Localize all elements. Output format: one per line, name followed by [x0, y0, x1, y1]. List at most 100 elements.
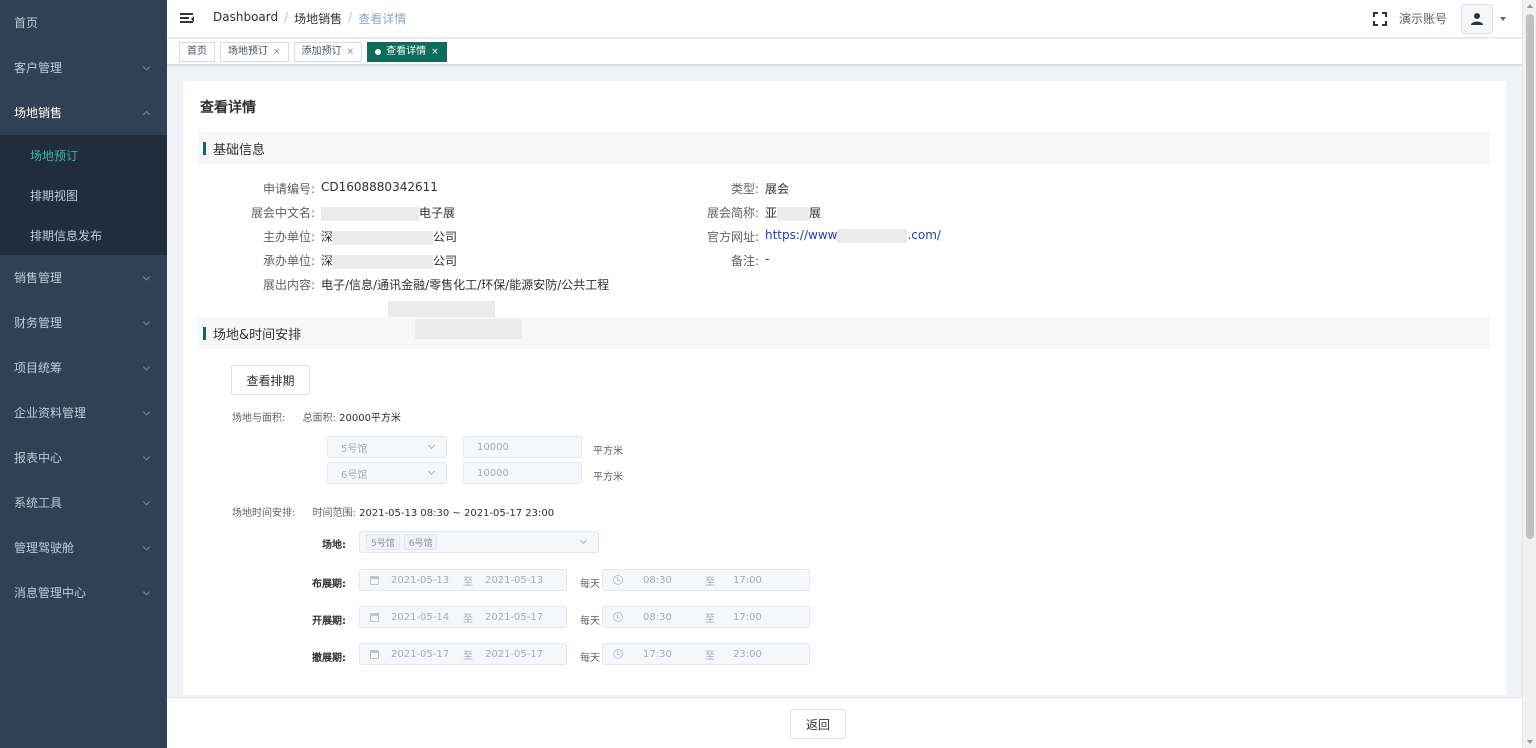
setup-time-range[interactable]: 08:30 至 17:00 [602, 569, 810, 591]
breadcrumb-dashboard[interactable]: Dashboard [213, 10, 278, 27]
sidebar: 首页 客户管理 场地销售 场地预订 排期视图 排期信息发布 销售管理 财务管理 … [0, 0, 167, 748]
footer-bar: 返回 [167, 697, 1522, 748]
chevron-down-icon [142, 317, 151, 326]
sidebar-subitem-venue-booking[interactable]: 场地预订 [0, 135, 167, 175]
active-dot-icon [375, 48, 382, 55]
chevron-down-icon [142, 362, 151, 371]
info-apply-no: 申请编号: CD1608880342611 [262, 180, 438, 196]
redacted-block [777, 206, 810, 221]
fullscreen-icon[interactable] [1372, 11, 1387, 26]
section-marker [203, 326, 206, 340]
chevron-down-icon [142, 587, 151, 596]
clock-icon [613, 649, 623, 659]
period-label: 开展期: [312, 616, 346, 627]
section-venue-schedule: 场地&时间安排 [198, 317, 1490, 349]
setup-date-range[interactable]: 2021-05-13 至 2021-05-13 [359, 569, 567, 591]
chevron-down-icon [579, 536, 588, 545]
breadcrumb-venue-sales: 场地销售 [294, 12, 343, 26]
tag-home[interactable]: 首页 [179, 41, 215, 62]
section-marker [203, 141, 206, 155]
close-icon[interactable]: × [431, 43, 439, 61]
hall-area-input-2[interactable]: 10000 [463, 462, 582, 484]
tags-view: 首页 场地预订 × 添加预订 × 查看详情 × [167, 39, 1522, 65]
tag-view-details[interactable]: 查看详情 × [367, 41, 447, 62]
tag-venue-booking[interactable]: 场地预订 × [220, 41, 289, 62]
user-icon [1471, 12, 1483, 25]
page-scrollbar[interactable] [1522, 0, 1536, 748]
account-name: 演示账号 [1398, 12, 1447, 26]
chevron-down-icon [427, 441, 436, 450]
period-label: 布展期: [312, 579, 346, 590]
sidebar-item-venue-sales[interactable]: 场地销售 [0, 90, 167, 135]
redacted-block [837, 228, 908, 243]
hall-select-2[interactable]: 6号馆 [327, 462, 447, 484]
venue-multi-select[interactable]: 5号馆 6号馆 [359, 531, 599, 553]
chevron-down-icon [142, 452, 151, 461]
detail-card: 查看详情 基础信息 申请编号: CD1608880342611 展会中文名: 电… [183, 81, 1506, 695]
chevron-down-icon [427, 467, 436, 476]
sidebar-item-enterprise[interactable]: 企业资料管理 [0, 390, 167, 435]
venue-chip: 5号馆 [366, 534, 400, 550]
chevron-down-icon [142, 62, 151, 71]
sidebar-item-home[interactable]: 首页 [0, 0, 167, 45]
navbar: Dashboard / 场地销售 / 查看详情 演示账号 [167, 0, 1522, 38]
sidebar-item-messages[interactable]: 消息管理中心 [0, 570, 167, 615]
sidebar-item-finance[interactable]: 财务管理 [0, 300, 167, 345]
scrollbar-thumb[interactable] [1526, 14, 1534, 539]
info-exhibits: 展出内容: 电子/信息/通讯金融/零售化工/环保/能源安防/公共工程 [262, 278, 610, 292]
open-date-range[interactable]: 2021-05-14 至 2021-05-17 [359, 606, 567, 628]
venue-chip: 6号馆 [403, 534, 438, 550]
chevron-down-icon [142, 272, 151, 281]
back-button[interactable]: 返回 [790, 709, 846, 739]
section-basic-info: 基础信息 [198, 132, 1490, 164]
chevron-up-icon [142, 110, 151, 118]
avatar[interactable] [1461, 3, 1493, 34]
tag-add-booking[interactable]: 添加预订 × [293, 41, 363, 62]
scroll-down-icon[interactable] [1527, 740, 1533, 744]
open-time-range[interactable]: 08:30 至 17:00 [602, 606, 810, 628]
chevron-down-icon [142, 407, 151, 416]
redacted-block [415, 319, 522, 339]
clock-icon [613, 612, 623, 622]
teardown-date-range[interactable]: 2021-05-17 至 2021-05-17 [359, 643, 567, 665]
sidebar-item-cockpit[interactable]: 管理驾驶舱 [0, 525, 167, 570]
sidebar-item-reports[interactable]: 报表中心 [0, 435, 167, 480]
website-link[interactable]: https://www .com/ [765, 228, 941, 245]
info-remark: 备注: - [730, 252, 770, 268]
sidebar-subitem-schedule-publish[interactable]: 排期信息发布 [0, 215, 167, 255]
info-expo-name: 展会中文名: 电子展 [250, 206, 456, 221]
calendar-icon [370, 575, 379, 585]
close-icon[interactable]: × [273, 43, 281, 61]
teardown-time-range[interactable]: 17:30 至 23:00 [602, 643, 810, 665]
info-website: 官方网址: https://www .com/ [706, 228, 941, 245]
breadcrumb: Dashboard / 场地销售 / 查看详情 [213, 10, 407, 27]
breadcrumb-current: 查看详情 [358, 12, 407, 26]
sidebar-item-sales[interactable]: 销售管理 [0, 255, 167, 300]
caret-down-icon[interactable] [1500, 16, 1506, 21]
info-short-name: 展会简称: 亚展 [706, 206, 822, 221]
sidebar-item-project[interactable]: 项目统筹 [0, 345, 167, 390]
calendar-icon [370, 649, 379, 659]
sidebar-subitem-schedule-view[interactable]: 排期视图 [0, 175, 167, 215]
info-type: 类型: 展会 [730, 182, 790, 196]
calendar-icon [370, 612, 379, 622]
hall-select-1[interactable]: 5号馆 [327, 436, 447, 458]
page-title: 查看详情 [200, 100, 256, 116]
scroll-up-icon[interactable] [1527, 4, 1533, 8]
info-co-organizer: 承办单位: 深公司 [262, 254, 458, 269]
hamburger-icon[interactable] [180, 13, 194, 24]
venue-sales-submenu: 场地预订 排期视图 排期信息发布 [0, 135, 167, 255]
view-schedule-button[interactable]: 查看排期 [231, 365, 310, 395]
close-icon[interactable]: × [347, 43, 355, 61]
sidebar-item-system-tools[interactable]: 系统工具 [0, 480, 167, 525]
hall-area-input-1[interactable]: 10000 [463, 436, 582, 458]
clock-icon [613, 575, 623, 585]
time-label: 场地时间安排: 时间范围: 2021-05-13 08:30 ~ 2021-05… [232, 508, 555, 519]
period-label: 撤展期: [312, 653, 346, 664]
sidebar-item-customer[interactable]: 客户管理 [0, 45, 167, 90]
info-organizer: 主办单位: 深公司 [262, 230, 458, 245]
redacted-block [333, 254, 434, 269]
area-label: 场地与面积: 总面积: 20000平方米 [232, 413, 401, 424]
chevron-down-icon [142, 497, 151, 506]
redacted-block [333, 230, 434, 245]
